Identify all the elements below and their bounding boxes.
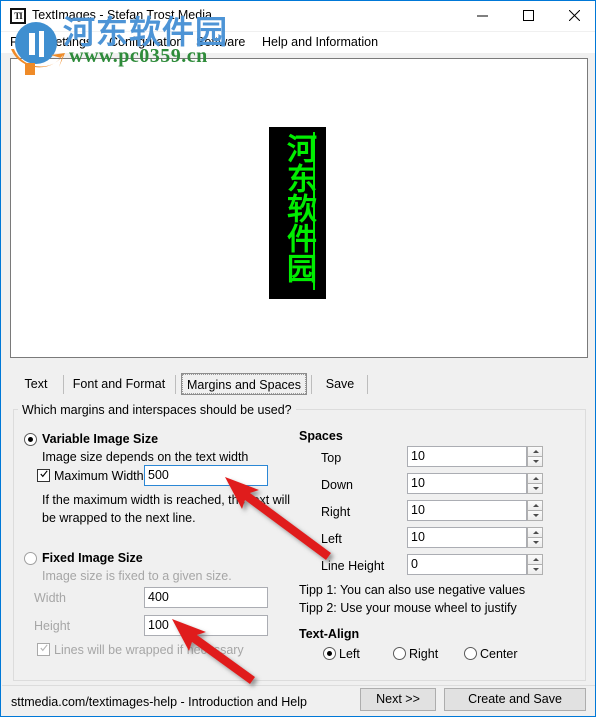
spinner-up-icon[interactable]	[527, 527, 543, 538]
label-space-right: Right	[321, 505, 351, 519]
tip-1: Tipp 1: You can also use negative values	[299, 583, 526, 597]
spinner-space-left[interactable]	[527, 527, 543, 548]
application-window: TI TextImages - Stefan Trost Media File …	[0, 0, 596, 717]
minimize-icon	[476, 15, 488, 17]
radio-align-center[interactable]	[464, 647, 477, 660]
preview-image-text: 河东软件园	[281, 133, 316, 283]
spinner-up-icon[interactable]	[527, 446, 543, 457]
spinner-down-icon[interactable]	[527, 564, 543, 575]
window-title: TextImages - Stefan Trost Media	[32, 8, 212, 22]
checkmark-icon	[40, 644, 48, 652]
menu-item-software[interactable]: Software	[196, 34, 245, 51]
radio-fixed-image-size[interactable]	[24, 552, 37, 565]
label-align-right: Right	[409, 647, 439, 661]
spinner-up-icon[interactable]	[527, 500, 543, 511]
label-align-left: Left	[339, 647, 360, 661]
maximize-button[interactable]	[505, 1, 551, 31]
group-legend: Which margins and interspaces should be …	[18, 403, 296, 417]
input-space-down[interactable]: 10	[407, 473, 527, 494]
spinner-space-top[interactable]	[527, 446, 543, 467]
preview-image-accent-bar	[313, 132, 315, 290]
label-variable-image-size: Variable Image Size	[42, 432, 159, 446]
tab-label: Save	[325, 377, 355, 391]
tab-margins-and-spaces[interactable]: Margins and Spaces	[181, 373, 307, 395]
image-preview-area[interactable]: 河东软件园	[10, 58, 588, 358]
tab-text[interactable]: Text	[13, 373, 59, 395]
app-icon: TI	[10, 8, 26, 24]
generated-text-image: 河东软件园	[269, 127, 326, 299]
menu-item-configuration[interactable]: Configuration	[109, 34, 183, 51]
text-align-title: Text-Align	[299, 627, 360, 641]
label-fixed-image-size: Fixed Image Size	[42, 551, 143, 565]
menu-item-settings[interactable]: Settings	[47, 34, 92, 51]
radio-selected-dot	[28, 437, 33, 442]
spinner-down-icon[interactable]	[527, 456, 543, 467]
label-maximum-width: Maximum Width	[54, 469, 144, 483]
label-lines-wrapped: Lines will be wrapped if necessary	[54, 643, 244, 657]
menu-bar: File Settings Configuration Software Hel…	[1, 32, 595, 53]
tab-separator-4	[367, 375, 368, 394]
tab-save[interactable]: Save	[317, 373, 363, 395]
input-space-right[interactable]: 10	[407, 500, 527, 521]
spinner-space-right[interactable]	[527, 500, 543, 521]
input-maximum-width[interactable]: 500	[144, 465, 268, 486]
radio-align-right[interactable]	[393, 647, 406, 660]
label-fixed-width: Width	[34, 591, 66, 605]
label-align-center: Center	[480, 647, 518, 661]
tab-separator-2	[175, 375, 176, 394]
create-and-save-button[interactable]: Create and Save	[444, 688, 586, 711]
radio-selected-dot	[327, 651, 332, 656]
spaces-title: Spaces	[299, 429, 343, 443]
spinner-down-icon[interactable]	[527, 510, 543, 521]
label-line-height: Line Height	[321, 559, 385, 573]
tip-2: Tipp 2: Use your mouse wheel to justify	[299, 601, 517, 615]
spinner-up-icon[interactable]	[527, 554, 543, 565]
note-wrap-line1: If the maximum width is reached, the tex…	[42, 493, 291, 507]
desc-fixed-image-size: Image size is fixed to a given size.	[42, 569, 232, 583]
menu-item-help[interactable]: Help and Information	[262, 34, 378, 51]
label-space-down: Down	[321, 478, 353, 492]
spinner-down-icon[interactable]	[527, 483, 543, 494]
spinner-line-height[interactable]	[527, 554, 543, 575]
input-line-height[interactable]: 0	[407, 554, 527, 575]
tab-label: Text	[24, 377, 48, 391]
radio-variable-image-size[interactable]	[24, 433, 37, 446]
menu-item-file[interactable]: File	[10, 34, 30, 51]
input-space-top[interactable]: 10	[407, 446, 527, 467]
spinner-down-icon[interactable]	[527, 537, 543, 548]
maximize-icon	[522, 10, 534, 21]
label-space-left: Left	[321, 532, 342, 546]
note-wrap-line2: be wrapped to the next line.	[42, 511, 196, 525]
checkbox-maximum-width[interactable]	[37, 469, 50, 482]
help-link[interactable]: sttmedia.com/textimages-help - Introduct…	[11, 695, 307, 709]
desc-variable-image-size: Image size depends on the text width	[42, 450, 249, 464]
tab-separator-1	[63, 375, 64, 394]
tab-label: Font and Format	[72, 377, 166, 391]
checkmark-icon	[40, 470, 48, 478]
checkbox-lines-wrapped[interactable]	[37, 643, 50, 656]
tab-strip: Text Font and Format Margins and Spaces …	[9, 373, 589, 397]
input-fixed-width[interactable]: 400	[144, 587, 268, 608]
next-button[interactable]: Next >>	[360, 688, 436, 711]
spinner-space-down[interactable]	[527, 473, 543, 494]
label-fixed-height: Height	[34, 619, 71, 633]
input-space-left[interactable]: 10	[407, 527, 527, 548]
tab-separator-3	[311, 375, 312, 394]
input-fixed-height[interactable]: 100	[144, 615, 268, 636]
spinner-up-icon[interactable]	[527, 473, 543, 484]
close-icon	[568, 10, 580, 21]
label-space-top: Top	[321, 451, 342, 465]
minimize-button[interactable]	[459, 1, 505, 31]
tab-label: Margins and Spaces	[182, 374, 306, 394]
radio-align-left[interactable]	[323, 647, 336, 660]
tab-font-and-format[interactable]: Font and Format	[67, 373, 171, 395]
close-button[interactable]	[551, 1, 595, 31]
title-bar: TI TextImages - Stefan Trost Media	[1, 1, 595, 31]
